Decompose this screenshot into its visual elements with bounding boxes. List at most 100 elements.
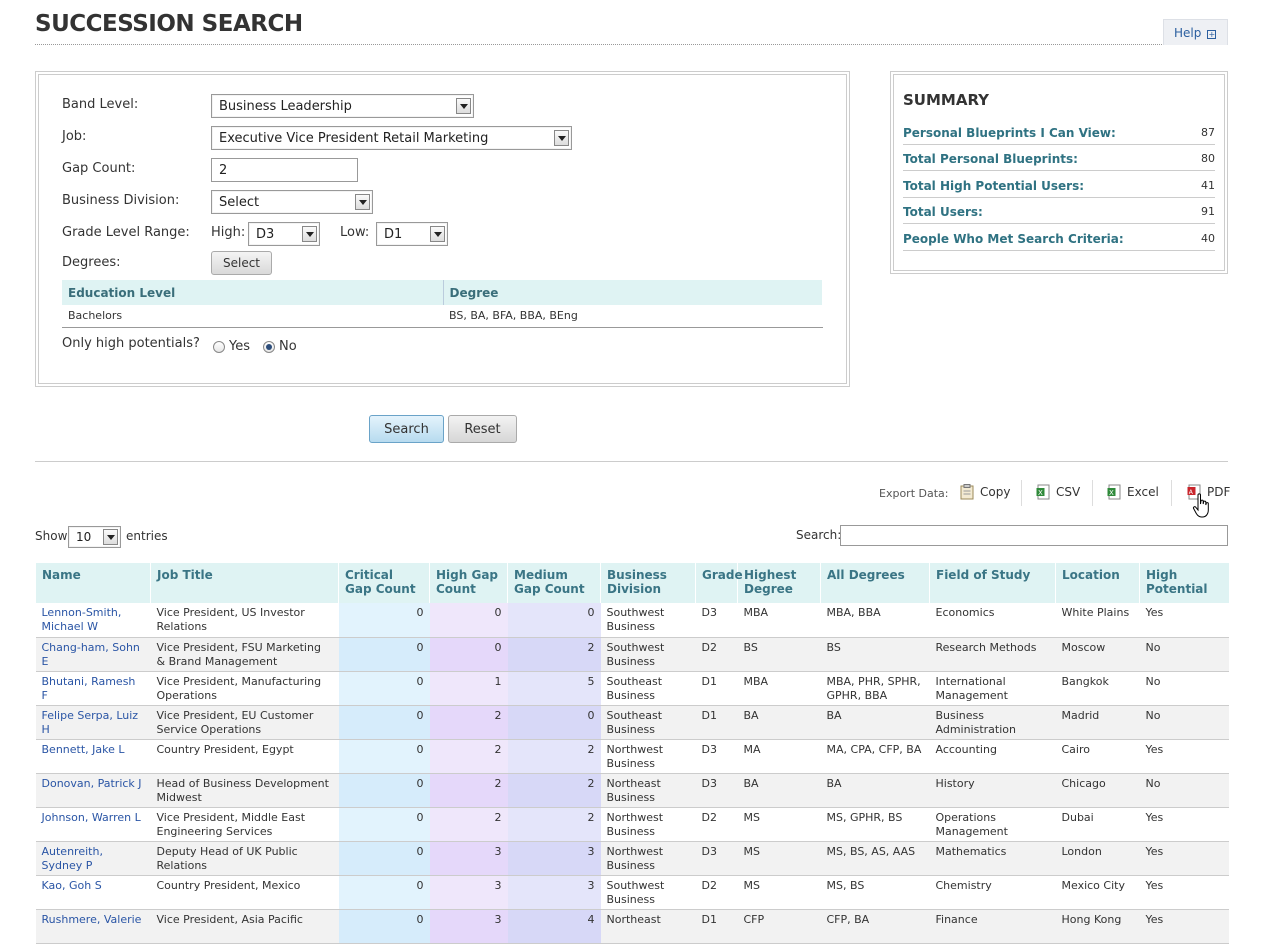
table-row[interactable]: Chang-ham, Sohn E Vice President, FSU Mar… bbox=[35, 637, 1229, 672]
help-button[interactable]: Help + bbox=[1163, 19, 1228, 45]
column-header-critical-gap[interactable]: Critical Gap Count bbox=[338, 563, 430, 603]
summary-row-label[interactable]: People Who Met Search Criteria: bbox=[903, 232, 1124, 246]
column-header-field-of-study[interactable]: Field of Study bbox=[929, 563, 1056, 603]
education-level-cell: Bachelors bbox=[62, 305, 443, 328]
reset-button[interactable]: Reset bbox=[448, 415, 517, 443]
summary-row-label[interactable]: Total High Potential Users: bbox=[903, 179, 1084, 193]
column-header-high-potential[interactable]: High Potential bbox=[1139, 563, 1229, 603]
title-divider bbox=[35, 44, 1228, 45]
grade-high-label: High: bbox=[211, 225, 246, 240]
high-potentials-no-label[interactable]: No bbox=[279, 339, 297, 354]
cell-name[interactable]: Donovan, Patrick J bbox=[35, 773, 151, 808]
table-search-input[interactable] bbox=[840, 525, 1228, 546]
degrees-label: Degrees: bbox=[62, 255, 121, 270]
table-row[interactable]: Felipe Serpa, Luiz H Vice President, EU C… bbox=[35, 705, 1229, 740]
high-potentials-yes-label[interactable]: Yes bbox=[229, 339, 250, 354]
summary-row: Total Personal Blueprints: 80 bbox=[903, 145, 1215, 171]
cell-all-degrees: CFP, BA bbox=[820, 909, 930, 944]
column-header-high-gap[interactable]: High Gap Count bbox=[429, 563, 508, 603]
cell-medium-gap: 2 bbox=[507, 807, 601, 842]
column-header-medium-gap[interactable]: Medium Gap Count bbox=[507, 563, 601, 603]
cell-name[interactable]: Autenreith, Sydney P bbox=[35, 841, 151, 876]
table-row[interactable]: Bennett, Jake L Country President, Egypt 0… bbox=[35, 739, 1229, 774]
results-table: Name Job Title Critical Gap Count High G… bbox=[35, 563, 1229, 944]
job-label: Job: bbox=[62, 129, 87, 144]
table-row[interactable]: Kao, Goh S Country President, Mexico 0 3 3 So… bbox=[35, 875, 1229, 910]
cell-location: Cairo bbox=[1055, 739, 1140, 774]
cell-critical-gap: 0 bbox=[338, 875, 430, 910]
cell-name[interactable]: Chang-ham, Sohn E bbox=[35, 637, 151, 672]
grade-high-select[interactable]: D3 bbox=[248, 222, 320, 246]
cell-business-division: Northeast bbox=[600, 909, 696, 944]
cell-grade: D1 bbox=[695, 671, 738, 706]
column-header-grade[interactable]: Grade bbox=[695, 563, 743, 603]
cell-name[interactable]: Felipe Serpa, Luiz H bbox=[35, 705, 151, 740]
degree-header[interactable]: Degree bbox=[443, 280, 823, 305]
export-excel-button[interactable]: X Excel bbox=[1107, 484, 1159, 504]
cell-job-title: Vice President, Manufacturing Operations bbox=[150, 671, 339, 706]
export-copy-button[interactable]: Copy bbox=[960, 484, 1010, 504]
table-row[interactable]: Johnson, Warren L Vice President, Middle … bbox=[35, 807, 1229, 842]
cell-name[interactable]: Lennon-Smith, Michael W bbox=[35, 603, 151, 638]
svg-text:X: X bbox=[1109, 489, 1114, 497]
table-row[interactable]: Lennon-Smith, Michael W Vice President, U… bbox=[35, 603, 1229, 638]
gap-count-input[interactable]: 2 bbox=[211, 158, 358, 182]
band-level-select[interactable]: Business Leadership bbox=[211, 94, 474, 118]
summary-row-label[interactable]: Total Personal Blueprints: bbox=[903, 152, 1078, 166]
chevron-down-icon bbox=[103, 529, 118, 545]
table-row[interactable]: Autenreith, Sydney P Deputy Head of UK Pu… bbox=[35, 841, 1229, 876]
cell-business-division: Northwest Business bbox=[600, 739, 696, 774]
cell-location: White Plains bbox=[1055, 603, 1140, 638]
column-header-location[interactable]: Location bbox=[1055, 563, 1140, 603]
cell-high-potential: No bbox=[1139, 671, 1229, 706]
cell-high-potential: Yes bbox=[1139, 841, 1229, 876]
business-division-label: Business Division: bbox=[62, 193, 180, 208]
help-label: Help bbox=[1174, 26, 1202, 40]
cell-critical-gap: 0 bbox=[338, 773, 430, 808]
education-table-header: Education Level Degree bbox=[62, 280, 823, 305]
cell-medium-gap: 5 bbox=[507, 671, 601, 706]
summary-row-label[interactable]: Total Users: bbox=[903, 205, 983, 219]
cell-field-of-study: Business Administration bbox=[929, 705, 1056, 740]
cell-all-degrees: MBA, PHR, SPHR, GPHR, BBA bbox=[820, 671, 930, 706]
cell-high-gap: 2 bbox=[429, 807, 508, 842]
column-header-business-division[interactable]: Business Division bbox=[600, 563, 696, 603]
export-data-label: Export Data: bbox=[879, 487, 949, 500]
cell-name[interactable]: Bennett, Jake L bbox=[35, 739, 151, 774]
cell-business-division: Northwest Business bbox=[600, 807, 696, 842]
summary-row-value: 91 bbox=[1201, 205, 1215, 218]
cell-name[interactable]: Kao, Goh S bbox=[35, 875, 151, 910]
degrees-select-button[interactable]: Select bbox=[211, 251, 272, 275]
cell-medium-gap: 3 bbox=[507, 841, 601, 876]
entries-per-page-select[interactable]: 10 bbox=[68, 526, 121, 548]
high-potentials-yes-radio[interactable] bbox=[213, 341, 225, 353]
column-header-all-degrees[interactable]: All Degrees bbox=[820, 563, 930, 603]
cell-medium-gap: 2 bbox=[507, 773, 601, 808]
cell-field-of-study: Accounting bbox=[929, 739, 1056, 774]
cell-business-division: Southeast Business bbox=[600, 671, 696, 706]
cell-business-division: Southwest Business bbox=[600, 875, 696, 910]
summary-row: Total Users: 91 bbox=[903, 198, 1215, 224]
column-header-highest-degree[interactable]: Highest Degree bbox=[737, 563, 821, 603]
search-button[interactable]: Search bbox=[369, 415, 444, 443]
column-header-name[interactable]: Name bbox=[35, 563, 151, 603]
education-level-header[interactable]: Education Level bbox=[62, 280, 444, 305]
column-header-job-title[interactable]: Job Title bbox=[150, 563, 339, 603]
cell-name[interactable]: Johnson, Warren L bbox=[35, 807, 151, 842]
high-potentials-no-radio[interactable] bbox=[263, 341, 275, 353]
table-row[interactable]: Donovan, Patrick J Head of Business Devel… bbox=[35, 773, 1229, 808]
cell-field-of-study: Economics bbox=[929, 603, 1056, 638]
cell-name[interactable]: Bhutani, Ramesh F bbox=[35, 671, 151, 706]
csv-file-icon: X bbox=[1036, 484, 1050, 500]
cell-high-potential: Yes bbox=[1139, 909, 1229, 944]
table-row[interactable]: Bhutani, Ramesh F Vice President, Manufac… bbox=[35, 671, 1229, 706]
summary-row-value: 87 bbox=[1201, 126, 1215, 139]
grade-low-select[interactable]: D1 bbox=[376, 222, 448, 246]
table-row[interactable]: Rushmere, Valerie Vice President, Asia Pa… bbox=[35, 909, 1229, 944]
cell-critical-gap: 0 bbox=[338, 671, 430, 706]
export-csv-button[interactable]: X CSV bbox=[1036, 484, 1080, 504]
summary-row-label[interactable]: Personal Blueprints I Can View: bbox=[903, 126, 1116, 140]
job-select[interactable]: Executive Vice President Retail Marketin… bbox=[211, 126, 572, 150]
cell-name[interactable]: Rushmere, Valerie bbox=[35, 909, 151, 944]
business-division-select[interactable]: Select bbox=[211, 190, 373, 214]
